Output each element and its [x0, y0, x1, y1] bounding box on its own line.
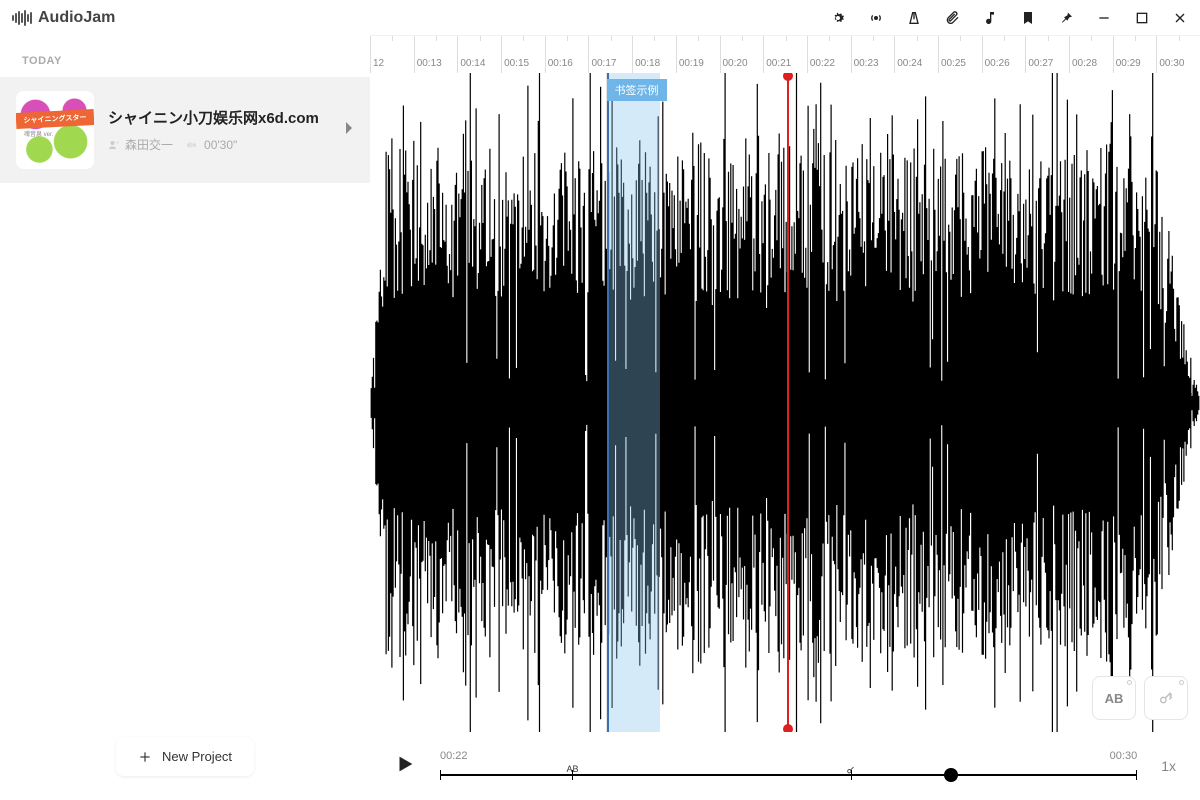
current-time: 00:22: [440, 750, 468, 762]
bookmark-icon[interactable]: [1020, 10, 1036, 26]
music-note-icon[interactable]: [982, 10, 998, 26]
new-project-button[interactable]: New Project: [116, 737, 254, 776]
playhead[interactable]: [787, 73, 789, 732]
ab-loop-button[interactable]: AB: [1092, 676, 1136, 720]
attachment-icon[interactable]: [944, 10, 960, 26]
waveform-display: [370, 73, 1200, 732]
time-ruler[interactable]: 1200:1300:1400:1500:1600:1700:1800:1900:…: [370, 35, 1200, 73]
chevron-right-icon: [344, 121, 354, 140]
logo-waveform-icon: [12, 10, 32, 26]
total-time: 00:30: [1110, 750, 1138, 762]
play-icon: [394, 753, 416, 775]
maximize-icon[interactable]: [1134, 10, 1150, 26]
track-artist: 森田交一: [108, 136, 173, 153]
track-duration: 00'30": [187, 138, 237, 152]
metronome-icon[interactable]: [906, 10, 922, 26]
sidebar: TODAY シャイニングスター 魂音泉 ver. シャイニン小刀娱乐网x6d.c…: [0, 35, 370, 800]
waveform-area[interactable]: 书签示例: [370, 73, 1200, 732]
album-art: シャイニングスター 魂音泉 ver.: [16, 91, 94, 169]
close-icon[interactable]: [1172, 10, 1188, 26]
bookmark-region[interactable]: [607, 73, 661, 732]
section-label-today: TODAY: [0, 35, 370, 77]
minimize-icon[interactable]: [1096, 10, 1112, 26]
app-logo: AudioJam: [12, 9, 115, 27]
play-button[interactable]: [394, 753, 416, 780]
seek-bar[interactable]: AB: [440, 768, 1137, 782]
editor-panel: 1200:1300:1400:1500:1600:1700:1800:1900:…: [370, 35, 1200, 800]
key-icon: [1158, 690, 1174, 706]
transport-bar: 00:22 00:30 AB 1x: [370, 732, 1200, 800]
seek-knob[interactable]: [944, 768, 958, 782]
settings-icon[interactable]: [830, 10, 846, 26]
track-item[interactable]: シャイニングスター 魂音泉 ver. シャイニン小刀娱乐网x6d.com 森田交…: [0, 77, 370, 183]
key-tool-button[interactable]: [1144, 676, 1188, 720]
bookmark-label[interactable]: 书签示例: [607, 79, 667, 101]
track-title: シャイニン小刀娱乐网x6d.com: [108, 107, 330, 128]
plus-icon: [138, 750, 152, 764]
pin-icon[interactable]: [1058, 10, 1074, 26]
app-title: AudioJam: [38, 9, 115, 27]
playback-speed[interactable]: 1x: [1161, 758, 1176, 774]
broadcast-icon[interactable]: [868, 10, 884, 26]
